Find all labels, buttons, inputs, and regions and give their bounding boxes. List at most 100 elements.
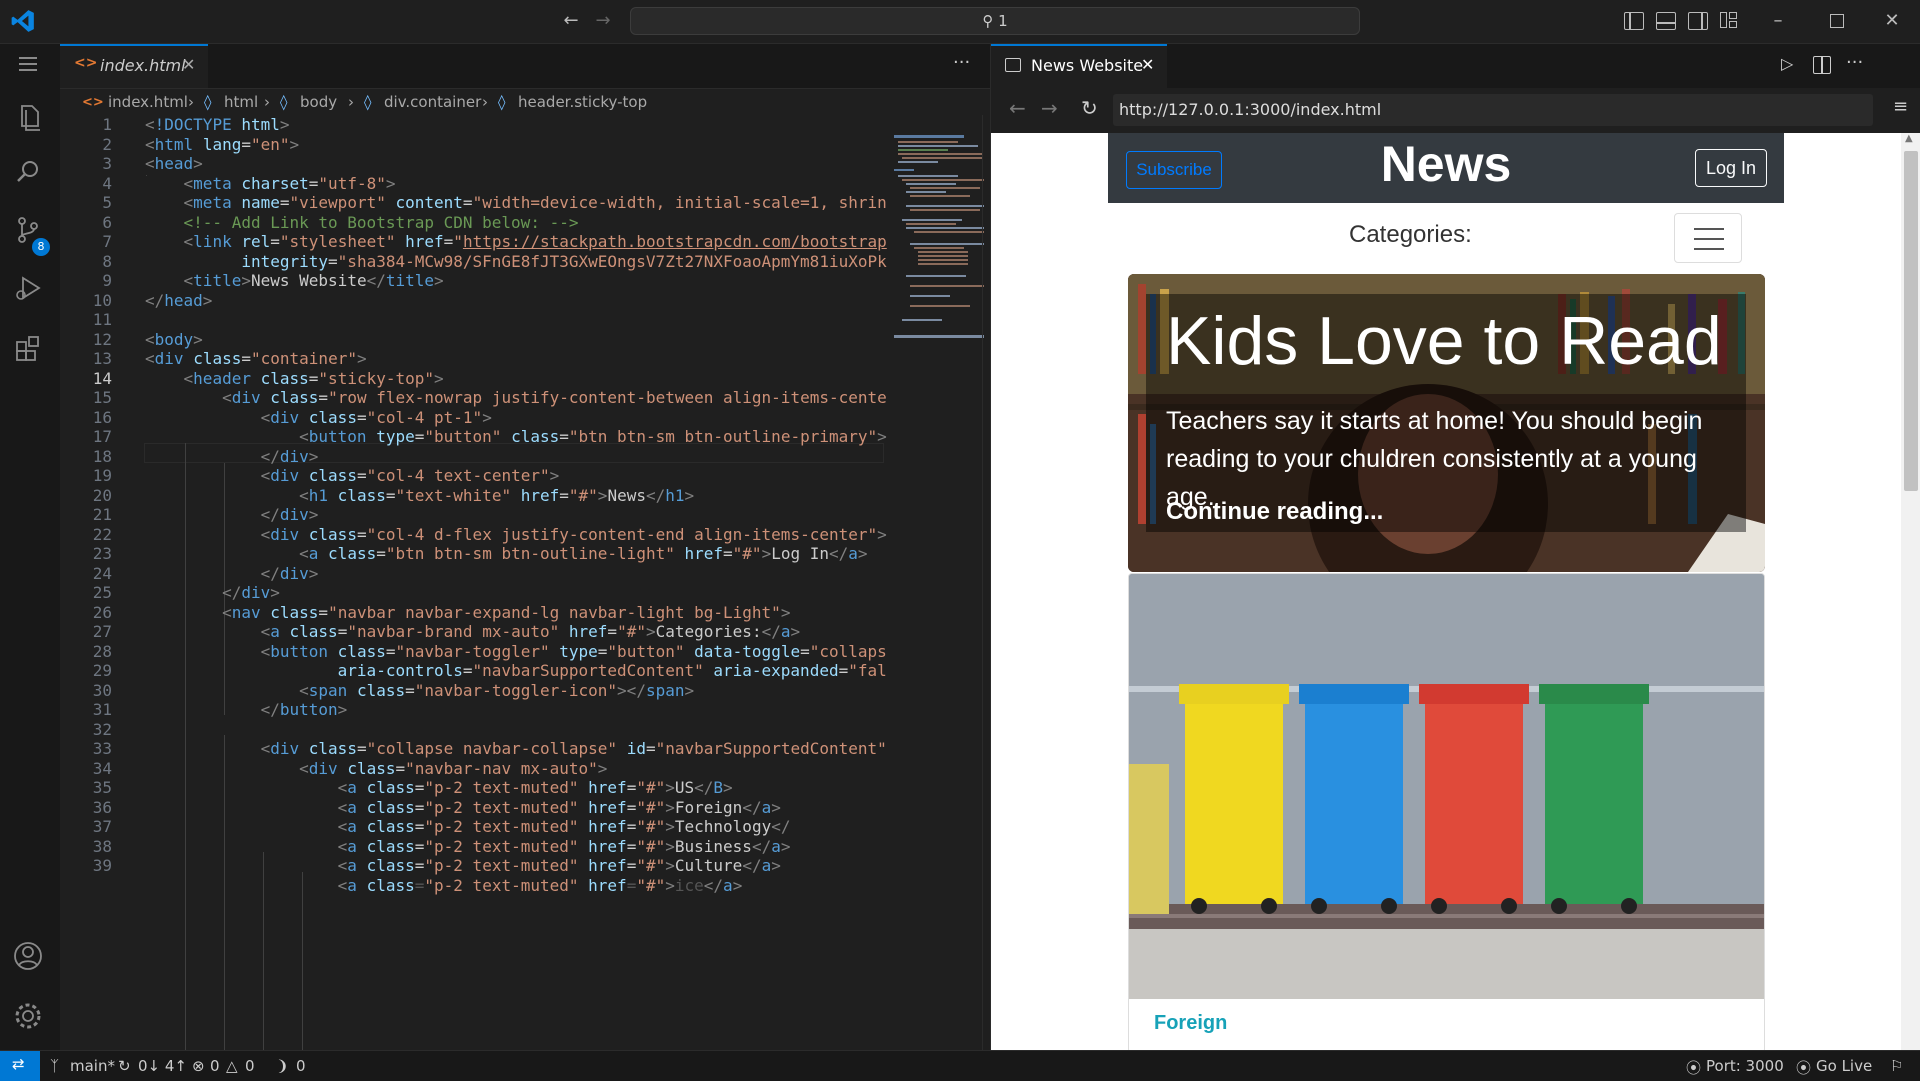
error-icon[interactable]: ⊗ [192,1057,205,1075]
breadcrumb-item[interactable]: html [224,93,258,111]
line-number: 37 [92,817,112,836]
command-center-search[interactable]: ⚲ 1 [630,7,1360,35]
search-icon: ⚲ [982,12,994,30]
back-arrow-icon[interactable]: ← [559,9,583,33]
line-number: 4 [102,173,112,193]
chevron-right-icon: › [482,93,488,111]
scroll-up-arrow-icon[interactable]: ▲ [1905,133,1913,144]
minimap[interactable] [892,115,990,1050]
vscode-logo-icon [10,8,36,34]
editor-tab-bar: <> index.html ✕ ··· [60,44,990,89]
simple-browser-pane: News Website ✕ ▷ ··· ← → ↻ http://127.0.… [990,44,1920,1050]
settings-gear-icon[interactable] [10,998,50,1038]
close-window-icon[interactable]: ✕ [1880,9,1904,33]
remote-indicator[interactable]: ⇄ [0,1051,40,1081]
line-number: 21 [92,505,112,524]
breadcrumb-item[interactable]: index.html [108,93,188,111]
minimize-icon[interactable]: – [1766,9,1790,33]
url-input[interactable]: http://127.0.0.1:3000/index.html [1113,94,1873,126]
categories-navbar: Categories: [1108,203,1784,271]
editor-tab-index-html[interactable]: <> index.html ✕ [60,44,208,88]
recycling-bins-image [1129,574,1764,999]
warning-icon[interactable]: △ [226,1057,238,1075]
line-number: 39 [92,856,112,875]
sync-status[interactable]: 0↓ 4↑ [138,1057,187,1075]
line-number: 13 [92,349,112,368]
login-button[interactable]: Log In [1695,149,1767,187]
close-tab-icon[interactable]: ✕ [1141,55,1154,74]
line-number: 9 [102,271,112,290]
toggle-primary-sidebar-icon[interactable] [1624,12,1644,30]
more-actions-icon[interactable]: ··· [953,52,970,73]
menu-icon[interactable] [10,46,50,86]
go-live-icon: ⦿ [1796,1059,1812,1077]
go-live-button[interactable]: Go Live [1816,1057,1872,1075]
line-number: 16 [92,407,112,427]
more-actions-icon[interactable]: ··· [1846,52,1863,73]
toggle-panel-icon[interactable] [1656,12,1676,30]
explorer-files-icon[interactable] [10,98,50,138]
line-number: 26 [92,602,112,622]
account-icon[interactable] [10,938,50,978]
line-number: 28 [92,641,112,661]
error-count[interactable]: 0 [210,1057,220,1075]
code-area[interactable]: 1 2 3 4 5 6 7 8 9 10 11 12 13 14 15 16 17 18 19 20 21 22 23 24 2… [60,115,890,1050]
back-arrow-icon[interactable]: ← [1009,96,1026,120]
line-number: 14 [92,368,112,388]
breadcrumb-item[interactable]: div.container [384,93,481,111]
line-number: 1 [102,115,112,134]
run-icon[interactable]: ▷ [1781,54,1793,73]
close-tab-icon[interactable]: ✕ [182,55,195,74]
line-number: 24 [92,563,112,583]
sync-icon[interactable]: ↻ [118,1057,131,1075]
html-file-icon: <> [74,55,98,71]
ports-count[interactable]: 0 [296,1057,306,1075]
breadcrumb-item[interactable]: body [300,93,337,111]
branch-name[interactable]: main* [70,1057,115,1075]
extensions-icon[interactable] [10,330,50,370]
restore-icon[interactable] [1830,14,1844,28]
browser-tab-news-website[interactable]: News Website ✕ [991,44,1167,88]
line-number: 2 [102,134,112,154]
toggle-secondary-sidebar-icon[interactable] [1688,12,1708,30]
line-number: 30 [92,680,112,700]
browser-scrollbar-thumb[interactable] [1904,151,1918,491]
editor-pane: <> index.html ✕ ··· <> index.html › ◊ ht… [60,44,990,1050]
port-status[interactable]: Port: 3000 [1706,1057,1784,1075]
tab-label: index.html [100,56,186,75]
forward-arrow-icon[interactable]: → [591,9,615,33]
hero-jumbotron: Kids Love to Read Teachers say it starts… [1128,274,1765,572]
notifications-bell-icon[interactable]: ⚐ [1890,1057,1903,1075]
navbar-toggler-button[interactable] [1674,213,1742,263]
forward-arrow-icon[interactable]: → [1041,96,1058,120]
line-number: 23 [92,544,112,563]
categories-brand[interactable]: Categories: [1349,221,1472,249]
html-file-icon: <> [82,95,104,110]
line-number: 27 [92,622,112,641]
source-control-badge: 8 [32,238,50,256]
line-number: 18 [92,446,112,466]
continue-reading-link[interactable]: Continue reading... [1166,498,1383,526]
customize-layout-icon[interactable] [1720,12,1738,28]
breadcrumb-item[interactable]: header.sticky-top [518,93,647,111]
split-editor-icon[interactable] [1813,56,1831,74]
broadcast-icon: ⦿ [1686,1059,1702,1077]
chevron-right-icon: › [348,93,354,111]
status-bar: ⇄ ᛉ main* ↻ 0↓ 4↑ ⊗ 0 △ 0 ❩ 0 ⦿ Port: 30… [0,1050,1920,1081]
subscribe-button[interactable]: Subscribe [1126,151,1222,189]
line-number: 22 [92,524,112,544]
search-icon[interactable] [10,154,50,194]
browser-viewport: Subscribe News Log In Categories: Kids L… [991,133,1920,1050]
run-debug-icon[interactable] [10,270,50,310]
tab-label: News Website [1031,56,1144,75]
ports-icon[interactable]: ❩ [276,1057,289,1075]
hamburger-menu-icon[interactable]: ≡ [1893,96,1908,117]
warning-count[interactable]: 0 [245,1057,255,1075]
reload-icon[interactable]: ↻ [1081,96,1098,120]
line-number: 12 [92,329,112,349]
news-title: News [1380,136,1512,192]
hero-title: Kids Love to Read [1166,303,1722,379]
line-number: 32 [92,719,112,739]
card-category-label[interactable]: Foreign [1154,1012,1227,1035]
line-number: 5 [102,193,112,212]
